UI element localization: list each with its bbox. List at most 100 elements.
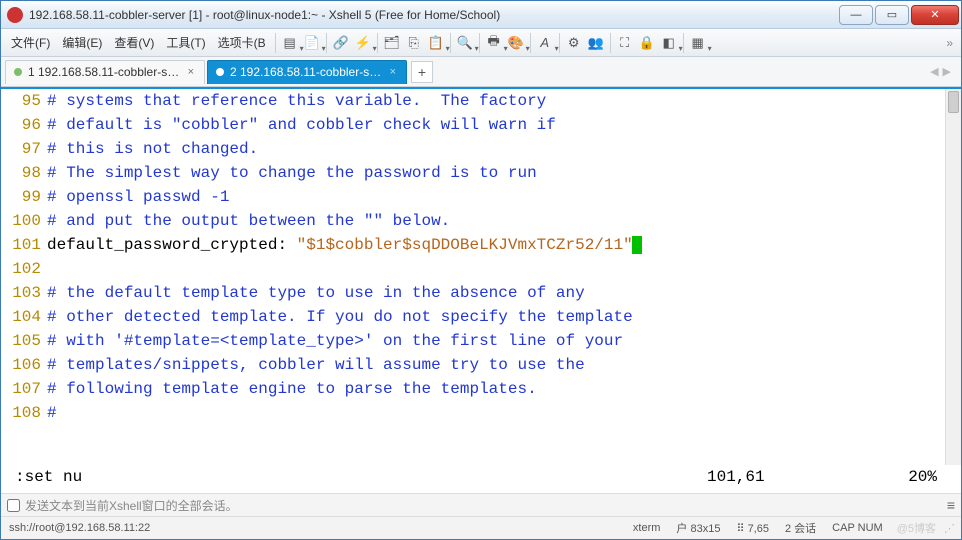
broadcast-label: 发送文本到当前Xshell窗口的全部会话。: [25, 497, 238, 514]
separator: [559, 33, 560, 53]
new-session-icon[interactable]: ▤: [280, 33, 300, 53]
separator: [610, 33, 611, 53]
tab-next-icon[interactable]: ▶: [943, 65, 951, 78]
separator: [450, 33, 451, 53]
separator: [275, 33, 276, 53]
broadcast-menu-icon[interactable]: ≡: [947, 497, 955, 513]
font-icon[interactable]: A: [535, 33, 555, 53]
line-number: 95: [1, 89, 41, 113]
maximize-button[interactable]: ▭: [875, 5, 909, 25]
line-number: 99: [1, 185, 41, 209]
code-line: # systems that reference this variable. …: [47, 89, 961, 113]
line-number: 101: [1, 233, 41, 257]
app-icon: [7, 7, 23, 23]
vertical-scrollbar[interactable]: [945, 89, 961, 465]
tab-close-icon[interactable]: ×: [188, 66, 194, 78]
line-number: 102: [1, 257, 41, 281]
line-number: 106: [1, 353, 41, 377]
editor[interactable]: 9596979899100101102103104105106107108 # …: [1, 89, 961, 465]
layout-icon[interactable]: ▦: [688, 33, 708, 53]
terminal-area: 9596979899100101102103104105106107108 # …: [1, 87, 961, 493]
line-number: 103: [1, 281, 41, 305]
line-number: 97: [1, 137, 41, 161]
separator: [326, 33, 327, 53]
status-caps: CAP NUM: [832, 522, 883, 534]
print-icon[interactable]: 🖶: [484, 33, 504, 53]
scrollbar-thumb[interactable]: [948, 91, 959, 113]
tab-session-1[interactable]: 1 192.168.58.11-cobbler-server... ×: [5, 60, 205, 84]
color-icon[interactable]: 🎨: [506, 33, 526, 53]
vim-cursor-pos: 101,61: [707, 465, 867, 489]
broadcast-checkbox[interactable]: [7, 499, 20, 512]
tab-nav: ◀ ▶: [924, 65, 957, 78]
code-line: default_password_crypted: "$1$cobbler$sq…: [47, 233, 961, 257]
open-icon[interactable]: 📄: [302, 33, 322, 53]
fullscreen-icon[interactable]: ⛶: [615, 33, 635, 53]
menu-tabs[interactable]: 选项卡(B: [212, 30, 272, 55]
properties-icon[interactable]: 🗂: [382, 33, 402, 53]
menu-tools[interactable]: 工具(T): [160, 30, 211, 55]
code-line: # the default template type to use in th…: [47, 281, 961, 305]
status-enc: ⠿ 7,65: [736, 522, 769, 535]
code-line: #: [47, 401, 961, 425]
line-number: 108: [1, 401, 41, 425]
line-number: 104: [1, 305, 41, 329]
disconnect-icon[interactable]: ⚡: [353, 33, 373, 53]
cursor: [632, 236, 642, 254]
resize-grip-icon[interactable]: ⋰: [944, 522, 953, 535]
separator: [683, 33, 684, 53]
window-title: 192.168.58.11-cobbler-server [1] - root@…: [29, 8, 837, 22]
transparency-icon[interactable]: ◧: [659, 33, 679, 53]
code-line: # this is not changed.: [47, 137, 961, 161]
code-line: # other detected template. If you do not…: [47, 305, 961, 329]
reconnect-icon[interactable]: 🔗: [331, 33, 351, 53]
separator: [377, 33, 378, 53]
statusbar: ssh://root@192.168.58.11:22 xterm ⼾ 83x1…: [1, 517, 961, 539]
code-line: # with '#template=<template_type>' on th…: [47, 329, 961, 353]
minimize-button[interactable]: —: [839, 5, 873, 25]
tab-label: 2 192.168.58.11-cobbler-ser...: [230, 65, 384, 79]
vim-scroll-pct: 20%: [867, 465, 957, 489]
code-line: [47, 257, 961, 281]
line-number: 105: [1, 329, 41, 353]
tab-add-button[interactable]: +: [411, 61, 433, 83]
titlebar[interactable]: 192.168.58.11-cobbler-server [1] - root@…: [1, 1, 961, 29]
line-number: 107: [1, 377, 41, 401]
tab-close-icon[interactable]: ×: [390, 66, 396, 78]
paste-icon[interactable]: 📋: [426, 33, 446, 53]
toolbar-overflow-icon[interactable]: »: [942, 36, 957, 50]
code-line: # default is "cobbler" and cobbler check…: [47, 113, 961, 137]
tab-session-2[interactable]: 2 192.168.58.11-cobbler-ser... ×: [207, 60, 407, 84]
code-line: # templates/snippets, cobbler will assum…: [47, 353, 961, 377]
tab-label: 1 192.168.58.11-cobbler-server...: [28, 65, 182, 79]
menu-view[interactable]: 查看(V): [108, 30, 160, 55]
tab-prev-icon[interactable]: ◀: [930, 65, 938, 78]
status-size: ⼾ 83x15: [676, 520, 720, 536]
users-icon[interactable]: 👥: [586, 33, 606, 53]
tabbar: 1 192.168.58.11-cobbler-server... × 2 19…: [1, 57, 961, 87]
broadcast-bar: 发送文本到当前Xshell窗口的全部会话。 ≡: [1, 493, 961, 517]
menubar: 文件(F) 编辑(E) 查看(V) 工具(T) 选项卡(B ▤ 📄 🔗 ⚡ 🗂 …: [1, 29, 961, 57]
line-number-gutter: 9596979899100101102103104105106107108: [1, 89, 47, 465]
status-dot-icon: [14, 68, 22, 76]
line-number: 100: [1, 209, 41, 233]
code-line: # and put the output between the "" belo…: [47, 209, 961, 233]
separator: [479, 33, 480, 53]
code-line: # The simplest way to change the passwor…: [47, 161, 961, 185]
menu-file[interactable]: 文件(F): [5, 30, 56, 55]
status-connection: ssh://root@192.168.58.11:22: [9, 522, 617, 534]
status-term: xterm: [633, 522, 661, 534]
close-button[interactable]: ✕: [911, 5, 959, 25]
code-content[interactable]: # systems that reference this variable. …: [47, 89, 961, 465]
menu-edit[interactable]: 编辑(E): [56, 30, 108, 55]
find-icon[interactable]: 🔍: [455, 33, 475, 53]
code-line: # openssl passwd -1: [47, 185, 961, 209]
separator: [530, 33, 531, 53]
lock-icon[interactable]: 🔒: [637, 33, 657, 53]
line-number: 96: [1, 113, 41, 137]
app-window: 192.168.58.11-cobbler-server [1] - root@…: [0, 0, 962, 540]
copy-icon[interactable]: ⎘: [404, 33, 424, 53]
settings-icon[interactable]: ⚙: [564, 33, 584, 53]
line-number: 98: [1, 161, 41, 185]
watermark: @5​​​博客: [897, 520, 936, 536]
